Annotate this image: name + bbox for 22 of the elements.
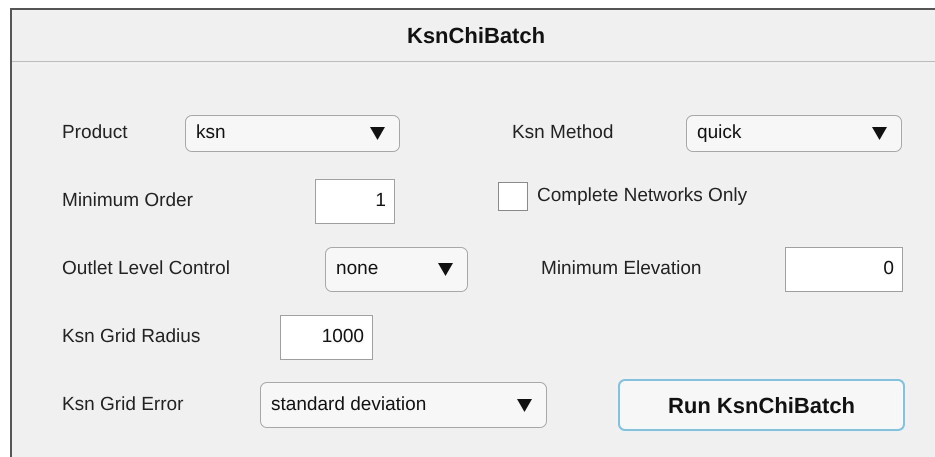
field-label: Minimum Elevation xyxy=(541,256,702,281)
dropdown[interactable]: ksn xyxy=(185,114,400,152)
caret-icon xyxy=(872,126,887,140)
input-field[interactable]: 1 xyxy=(315,178,395,224)
input-field[interactable]: 1000 xyxy=(280,314,373,360)
field-label: Minimum Order xyxy=(62,188,194,213)
field-label: Ksn Grid Radius xyxy=(62,324,202,349)
field-label: Product xyxy=(62,120,128,145)
input-field[interactable]: 0 xyxy=(785,246,903,292)
run-button[interactable]: Run KsnChiBatch xyxy=(618,379,905,431)
caret-icon xyxy=(517,398,532,412)
field-label: Ksn Method xyxy=(512,120,614,145)
caret-icon xyxy=(438,262,453,276)
dropdown[interactable]: none xyxy=(325,246,468,292)
caret-icon xyxy=(370,126,385,140)
checkbox[interactable] xyxy=(498,182,528,210)
field-label: Ksn Grid Error xyxy=(62,392,184,417)
dropdown[interactable]: standard deviation xyxy=(260,382,547,428)
checkbox-label: Complete Networks Only xyxy=(537,184,748,208)
panel-title: KsnChiBatch xyxy=(406,22,546,50)
dropdown[interactable]: quick xyxy=(686,114,902,152)
field-label: Outlet Level Control xyxy=(62,256,231,281)
